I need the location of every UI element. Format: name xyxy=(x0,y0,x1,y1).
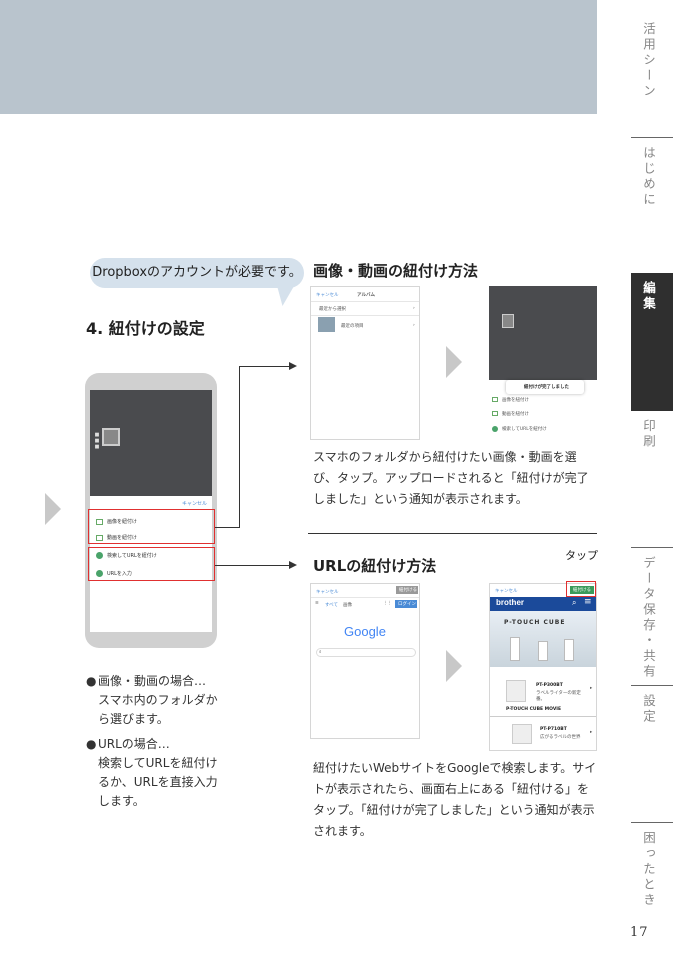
phone-cancel-button[interactable]: キャンセル xyxy=(182,500,207,507)
menu-icon[interactable]: ≡ xyxy=(315,601,319,606)
connector-line xyxy=(239,366,289,367)
qr-code-icon xyxy=(502,314,514,328)
tap-label: タップ xyxy=(565,549,598,562)
callout-bubble: Dropboxのアカウントが必要です。 xyxy=(90,258,304,288)
globe-icon xyxy=(492,426,498,432)
album-cancel-button[interactable]: キャンセル xyxy=(316,292,339,298)
login-button[interactable]: ログイン xyxy=(395,600,417,608)
page-number: 17 xyxy=(630,925,649,940)
note-media: ● 画像・動画の場合… スマホ内のフォルダか ら選びます。 xyxy=(86,674,218,726)
tab-all[interactable]: すべて xyxy=(325,602,338,608)
google-cancel-button[interactable]: キャンセル xyxy=(316,589,339,595)
sidebar-tab-data[interactable]: データ保存・共有 xyxy=(631,547,673,685)
google-logo: Google xyxy=(344,624,386,639)
highlight-box-media xyxy=(88,509,215,544)
product1-desc: ラベルライターの新定番。 xyxy=(536,691,581,702)
search-input[interactable]: ⌕ xyxy=(316,648,416,657)
screen-brother: キャンセル 紐付ける brother ⌕ ≡ P-TOUCH CUBE PT-P… xyxy=(489,583,597,751)
sidebar: 活用シーン はじめに 編集 印刷 データ保存・共有 設定 困ったとき xyxy=(597,0,677,960)
brother-logo: brother xyxy=(496,598,524,607)
section2-description: 紐付けたいWebサイトをGoogleで検索します。サイトが表示されたら、画面右上… xyxy=(313,761,597,838)
camera-area xyxy=(489,286,597,380)
image-icon xyxy=(492,397,498,402)
note-url: ● URLの場合… 検索してURLを紐付け るか、URLを直接入力 します。 xyxy=(86,737,218,808)
section-divider xyxy=(308,533,597,534)
tab-images[interactable]: 画像 xyxy=(343,602,352,608)
hero-image: P-TOUCH CUBE xyxy=(490,611,596,667)
highlight-box-link-button xyxy=(566,581,596,597)
screen-link-done: 紐付けが完了しました 画像を紐付け 動画を紐付け 検索してURLを紐付け xyxy=(489,286,597,440)
section-title-media: 画像・動画の紐付け方法 xyxy=(313,262,479,280)
product2-name[interactable]: PT-P710BT xyxy=(540,727,567,732)
album-row-recent-items[interactable]: 最近の項目 xyxy=(341,323,364,329)
connector-line xyxy=(215,527,239,528)
sidebar-tab-trouble[interactable]: 困ったとき xyxy=(631,822,673,917)
brother-header: brother ⌕ ≡ xyxy=(490,597,596,611)
phone-camera-area: ■■■ xyxy=(90,390,212,496)
section1-description: スマホのフォルダから紐付けたい画像・動画を選び、タップ。アップロードされると「紐… xyxy=(313,450,589,506)
arrow-right-icon xyxy=(289,362,297,370)
connector-line xyxy=(215,565,289,566)
product-image xyxy=(538,641,548,661)
arrow-right-icon xyxy=(289,561,297,569)
album-row-recent-select[interactable]: 最近から選択 xyxy=(319,306,346,312)
sidebar-tab-intro[interactable]: はじめに xyxy=(631,137,673,257)
chevron-right-icon: ▸ xyxy=(590,730,593,735)
screen-album: キャンセル アルバム 最近から選択 › 最近の項目 › xyxy=(310,286,420,440)
link-button[interactable]: 紐付ける xyxy=(396,586,418,594)
highlight-box-url xyxy=(88,547,215,581)
photo-thumbnail xyxy=(318,317,335,332)
apps-grid-icon[interactable]: ⋮⋮ xyxy=(383,601,392,606)
product1-link[interactable]: P-TOUCH CUBE MOVIE xyxy=(506,707,561,712)
chevron-right-icon: › xyxy=(413,323,415,328)
item-video[interactable]: 動画を紐付け xyxy=(502,411,529,417)
step-arrow-icon xyxy=(446,346,462,378)
section-title-url: URLの紐付け方法 xyxy=(313,557,437,575)
chevron-right-icon: › xyxy=(413,306,415,311)
product-image xyxy=(564,639,574,661)
connector-line xyxy=(239,366,240,528)
toast: 紐付けが完了しました xyxy=(506,380,584,394)
screen-google: キャンセル 紐付ける ≡ すべて 画像 ⋮⋮ ログイン Google ⌕ xyxy=(310,583,420,739)
album-header: アルバム xyxy=(357,293,375,298)
product-image xyxy=(510,637,520,661)
header-banner xyxy=(0,0,597,114)
step-arrow-icon xyxy=(446,650,462,682)
search-icon[interactable]: ⌕ xyxy=(572,598,576,608)
product-image xyxy=(506,680,526,702)
label-preview: ■■■ xyxy=(94,432,100,450)
qr-code-icon xyxy=(102,428,120,446)
product2-desc: 広がるラベルの世界 xyxy=(540,735,581,740)
product-image xyxy=(512,724,532,744)
sidebar-tab-edit[interactable]: 編集 xyxy=(631,273,673,411)
sidebar-tab-usage[interactable]: 活用シーン xyxy=(631,0,673,114)
product1-name[interactable]: PT-P300BT xyxy=(536,683,563,688)
item-image[interactable]: 画像を紐付け xyxy=(502,397,529,403)
chevron-right-icon: ▸ xyxy=(590,686,593,691)
video-icon xyxy=(492,411,498,416)
sidebar-tab-print[interactable]: 印刷 xyxy=(631,411,673,546)
step-arrow-icon xyxy=(45,493,61,525)
brother-cancel-button[interactable]: キャンセル xyxy=(495,588,518,594)
step-title: 4. 紐付けの設定 xyxy=(86,319,205,338)
sidebar-tab-settings[interactable]: 設定 xyxy=(631,685,673,822)
item-search-url[interactable]: 検索してURLを紐付け xyxy=(502,426,547,432)
menu-icon[interactable]: ≡ xyxy=(584,597,592,607)
search-icon: ⌕ xyxy=(319,650,322,655)
